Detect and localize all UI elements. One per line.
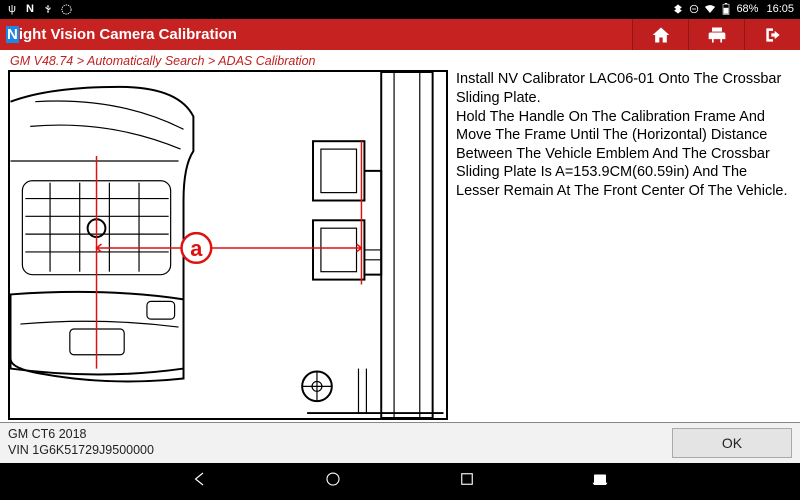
nav-screenshot-button[interactable] (591, 470, 609, 493)
vehicle-vin: VIN 1G6K51729J9500000 (8, 443, 154, 459)
battery-icon (720, 3, 732, 15)
page-title: Night Vision Camera Calibration (6, 26, 237, 43)
dnd-icon (688, 3, 700, 15)
battery-percent: 68% (736, 3, 758, 15)
nav-back-button[interactable] (191, 470, 209, 493)
measurement-label: a (190, 236, 203, 261)
android-status-bar: ψ N 68% 16:05 (0, 0, 800, 19)
footer-bar: GM CT6 2018 VIN 1G6K51729J9500000 OK (0, 422, 800, 462)
nav-recent-button[interactable] (458, 470, 476, 493)
home-button[interactable] (632, 19, 688, 51)
wifi-icon (704, 3, 716, 15)
calibration-diagram: a (8, 70, 448, 420)
psi-icon: ψ (6, 3, 18, 15)
ok-button[interactable]: OK (672, 428, 792, 458)
android-nav-bar (0, 463, 800, 500)
settings-icon (60, 3, 72, 15)
instruction-text: Install NV Calibrator LAC06-01 Onto The … (456, 70, 792, 420)
nav-home-button[interactable] (324, 470, 342, 493)
clock: 16:05 (766, 3, 794, 15)
n-icon: N (24, 3, 36, 15)
bluetooth-icon (672, 3, 684, 15)
breadcrumb: GM V48.74 > Automatically Search > ADAS … (0, 50, 800, 70)
usb-icon (42, 3, 54, 15)
exit-button[interactable] (744, 19, 800, 51)
print-button[interactable] (688, 19, 744, 51)
vehicle-model: GM CT6 2018 (8, 427, 154, 443)
app-header: Night Vision Camera Calibration (0, 19, 800, 51)
